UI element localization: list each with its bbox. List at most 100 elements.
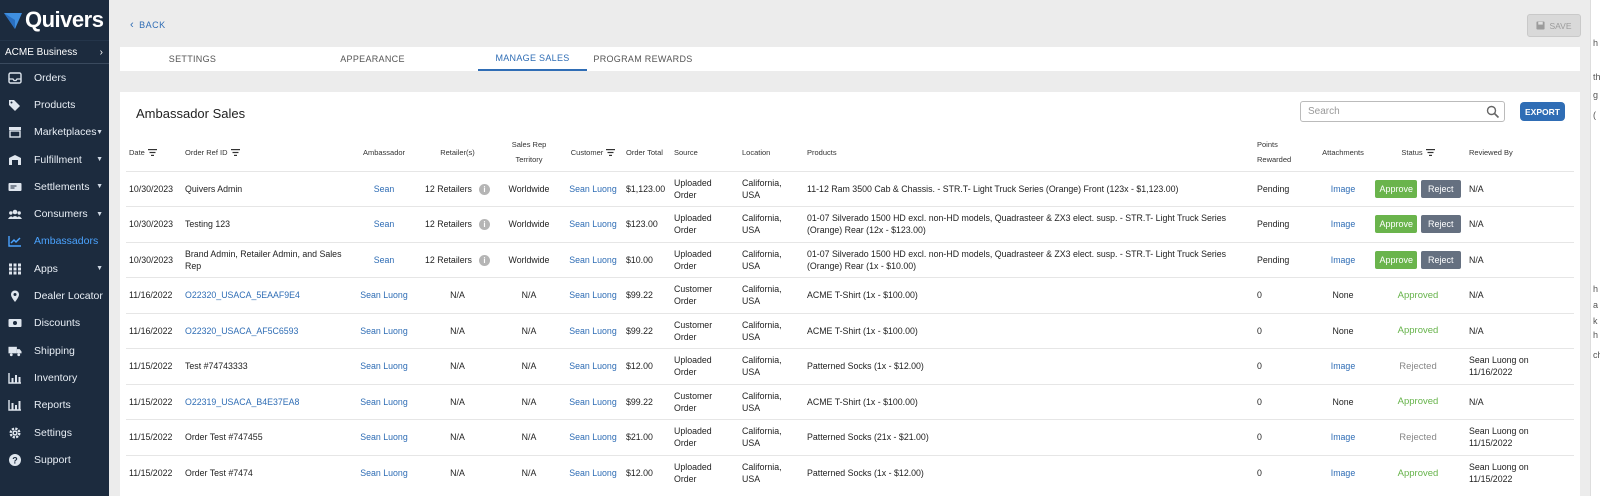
save-button[interactable]: SAVE [1527,14,1581,37]
source-cell: Uploaded Order [671,241,739,278]
search-input[interactable] [1300,101,1505,122]
sidebar-item-reports[interactable]: Reports [0,392,109,419]
sidebar-item-apps[interactable]: Apps ▼ [0,255,109,282]
ambassador-link[interactable]: Sean Luong [348,277,420,313]
customer-link[interactable]: Sean Luong [563,170,623,207]
ambassador-link[interactable]: Sean [348,206,420,242]
business-selector[interactable]: ACME Business › [0,40,109,64]
sidebar-item-discounts[interactable]: Discounts [0,310,109,337]
customer-link[interactable]: Sean Luong [563,312,623,349]
status-cell: Rejected [1370,348,1466,384]
sidebar-item-inventory[interactable]: Inventory [0,364,109,391]
info-icon[interactable]: i [478,183,490,195]
export-button[interactable]: EXPORT [1520,102,1565,121]
retailers-count: N/A [450,432,465,443]
order-ref-cell[interactable]: O22320_USACA_5EAAF9E4 [182,277,348,313]
attachment-image-link[interactable]: Image [1316,419,1370,455]
sidebar-item-settings[interactable]: Settings [0,419,109,446]
sort-icon[interactable] [606,149,616,157]
tab-appearance[interactable]: APPEARANCE [265,47,480,71]
sidebar-item-dealer-locator[interactable]: Dealer Locator [0,282,109,309]
tab-label: SETTINGS [168,54,217,64]
ambassador-link[interactable]: Sean Luong [348,419,420,455]
customer-link[interactable]: Sean Luong [563,348,623,384]
sidebar-item-fulfillment[interactable]: Fulfillment ▼ [0,146,109,173]
tab-settings[interactable]: SETTINGS [120,47,265,71]
gear-icon [8,426,22,440]
tab-manage-sales[interactable]: MANAGE SALES [478,47,587,71]
sidebar-item-settlements[interactable]: Settlements ▼ [0,173,109,200]
sidebar-item-marketplaces[interactable]: Marketplaces ▼ [0,119,109,146]
reviewed-by-cell: Sean Luong on 11/15/2022 [1466,419,1574,455]
sidebar-item-label: Dealer Locator [34,290,103,303]
sidebar-item-products[interactable]: Products [0,91,109,118]
status-badge: Approved [1397,325,1439,337]
sort-icon[interactable] [147,149,157,157]
customer-link[interactable]: Sean Luong [563,419,623,455]
date-cell: 11/15/2022 [126,419,182,455]
attachment-image-link[interactable]: Image [1316,241,1370,278]
approve-button[interactable]: Approve [1375,179,1417,198]
points-cell: 0 [1254,419,1316,455]
order-total-cell: $1,123.00 [623,170,671,207]
info-icon[interactable]: i [478,219,490,231]
attachment-image-link[interactable]: Image [1316,170,1370,207]
sidebar-item-orders[interactable]: Orders [0,64,109,91]
attachment-image-link[interactable]: Image [1316,348,1370,384]
ambassador-link[interactable]: Sean [348,241,420,278]
reject-button[interactable]: Reject [1421,179,1461,198]
ambassador-link[interactable]: Sean Luong [348,312,420,349]
status-cell: Approve Reject [1370,206,1466,242]
col-status[interactable]: Status [1370,134,1466,171]
sort-icon[interactable] [230,149,240,157]
attachment-image-link[interactable]: Image [1316,206,1370,242]
sort-icon[interactable] [1425,149,1435,157]
retailers-count: 12 Retailers [425,254,472,265]
tab-label: PROGRAM REWARDS [593,54,693,64]
order-ref-cell: Order Test #747455 [182,419,348,455]
col-order-ref[interactable]: Order Ref ID [182,134,348,171]
date-cell: 10/30/2023 [126,241,182,278]
search-icon[interactable] [1486,105,1500,119]
approve-button[interactable]: Approve [1375,250,1417,269]
customer-link[interactable]: Sean Luong [563,454,623,491]
sidebar-item-support[interactable]: ? Support [0,446,109,473]
customer-link[interactable]: Sean Luong [563,206,623,242]
customer-link[interactable]: Sean Luong [563,241,623,278]
retailers-count: 12 Retailers [425,183,472,194]
reject-button[interactable]: Reject [1421,215,1461,234]
ambassador-link[interactable]: Sean Luong [348,348,420,384]
sidebar-item-ambassadors[interactable]: Ambassadors [0,228,109,255]
products-cell: 11-12 Ram 3500 Cab & Chassis. - STR.T- L… [804,170,1254,207]
sidebar-item-consumers[interactable]: Consumers ▼ [0,200,109,227]
approve-button[interactable]: Approve [1375,215,1417,234]
table-row: 11/15/2022 Order Test #747455 Sean Luong N/… [126,419,1574,455]
location-cell: California, USA [739,277,804,313]
ambassador-link[interactable]: Sean Luong [348,454,420,491]
territory-cell: N/A [495,348,563,384]
ambassador-link[interactable]: Sean Luong [348,383,420,420]
info-icon[interactable]: i [478,254,490,266]
sidebar-item-shipping[interactable]: Shipping [0,337,109,364]
order-ref-cell[interactable]: O22320_USACA_AF5C6593 [182,312,348,349]
col-label: Territory [515,155,543,165]
retailers-cell: 12 Retailers i [420,241,495,278]
sidebar: Quivers ACME Business › Orders Products Ma… [0,0,109,496]
attachment-image-link[interactable]: Image [1316,454,1370,491]
ticket-icon [8,316,22,330]
ambassador-link[interactable]: Sean [348,170,420,207]
brand-logo[interactable]: Quivers [0,0,109,40]
col-reviewed-by: Reviewed By [1469,147,1513,157]
reject-button[interactable]: Reject [1421,250,1461,269]
order-ref-cell[interactable]: O22319_USACA_B4E37EA8 [182,383,348,420]
back-link[interactable]: ‹ BACK [130,19,166,31]
col-date[interactable]: Date [126,134,182,171]
points-cell: 0 [1254,454,1316,491]
col-customer[interactable]: Customer [563,134,623,171]
retailers-count: N/A [450,468,465,478]
territory-cell: N/A [495,454,563,491]
customer-link[interactable]: Sean Luong [563,383,623,420]
tab-program-rewards[interactable]: PROGRAM REWARDS [587,47,699,71]
retailers-cell: 12 Retailers i [420,206,495,242]
customer-link[interactable]: Sean Luong [563,277,623,313]
